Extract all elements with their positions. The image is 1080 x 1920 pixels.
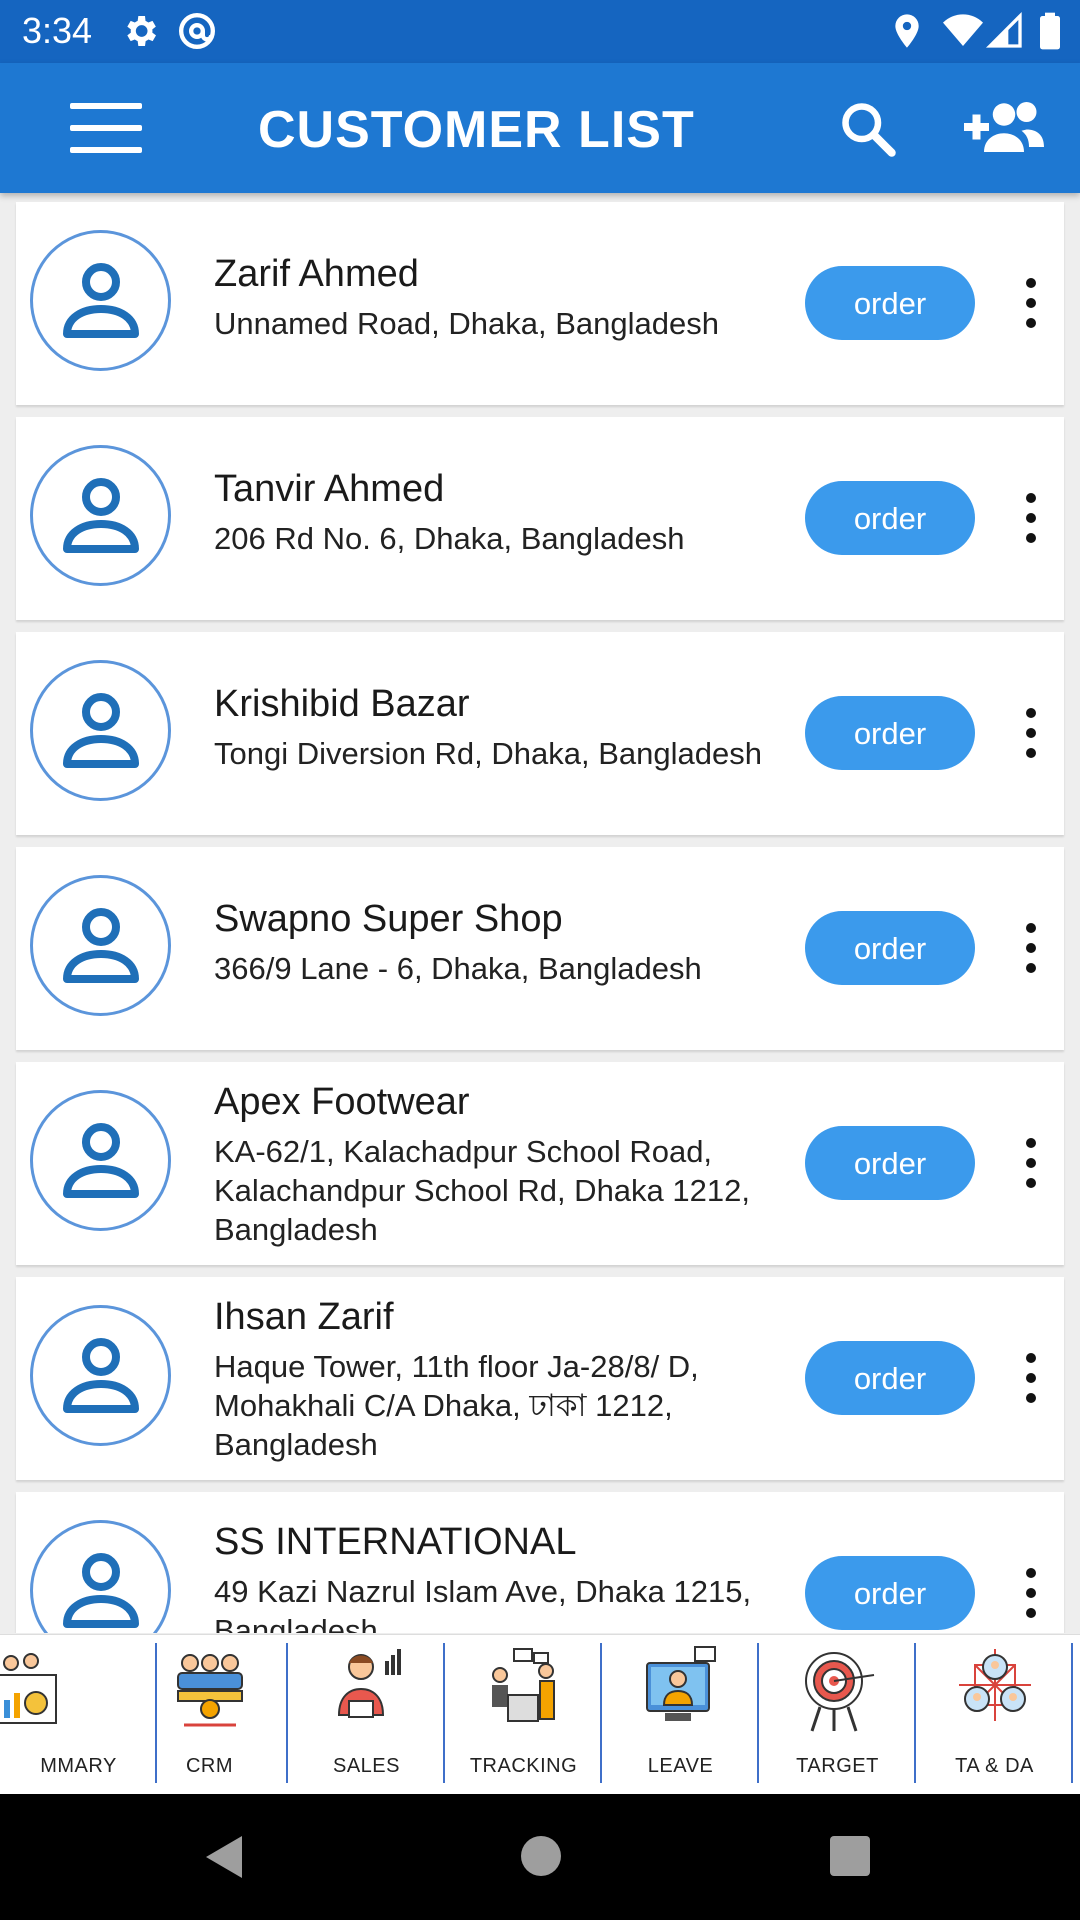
ta-da-network-icon — [959, 1649, 1031, 1721]
nav-item-sales[interactable]: SALES — [288, 1635, 445, 1795]
more-options-icon[interactable] — [1022, 1568, 1040, 1618]
user-icon — [63, 908, 139, 983]
nav-item-target[interactable]: TARGET — [759, 1635, 916, 1795]
sales-person-icon — [337, 1649, 401, 1718]
order-button[interactable]: order — [805, 1556, 975, 1630]
user-icon — [63, 693, 139, 768]
add-user-icon[interactable] — [958, 97, 1050, 157]
more-options-icon[interactable] — [1022, 278, 1040, 328]
wifi-icon — [943, 14, 983, 46]
at-sign-icon — [179, 13, 215, 49]
nav-item-crm[interactable]: CRM — [131, 1635, 288, 1795]
customer-name: Apex Footwear — [214, 1081, 470, 1123]
order-button[interactable]: order — [805, 266, 975, 340]
nav-item-ta-da[interactable]: TA & DA — [916, 1635, 1073, 1795]
avatar — [30, 660, 171, 801]
customer-card[interactable]: SS INTERNATIONAL 49 Kazi Nazrul Islam Av… — [16, 1492, 1064, 1633]
customer-address: KA-62/1, Kalachadpur School Road, Kalach… — [214, 1134, 750, 1247]
customer-card[interactable]: Ihsan Zarif Haque Tower, 11th floor Ja-2… — [16, 1277, 1064, 1480]
gear-icon — [127, 16, 156, 46]
more-options-icon[interactable] — [1022, 493, 1040, 543]
location-pin-icon — [895, 14, 919, 48]
customer-card[interactable]: Krishibid Bazar Tongi Diversion Rd, Dhak… — [16, 632, 1064, 835]
target-archery-icon — [805, 1652, 875, 1732]
avatar — [30, 445, 171, 586]
customer-name: Tanvir Ahmed — [214, 468, 445, 510]
battery-icon — [1040, 12, 1060, 50]
signal-icon — [985, 11, 1022, 48]
avatar — [30, 875, 171, 1016]
nav-label: TRACKING — [469, 1755, 578, 1777]
customer-address: 366/9 Lane - 6, Dhaka, Bangladesh — [214, 951, 702, 986]
nav-item-tracking[interactable]: TRACKING — [445, 1635, 602, 1795]
avatar — [30, 1090, 171, 1231]
more-options-icon[interactable] — [1022, 1138, 1040, 1188]
customer-name: SS INTERNATIONAL — [214, 1521, 577, 1563]
user-icon — [63, 263, 139, 338]
order-button[interactable]: order — [805, 696, 975, 770]
order-button[interactable]: order — [805, 1341, 975, 1415]
customer-card[interactable]: Apex Footwear KA-62/1, Kalachadpur Schoo… — [16, 1062, 1064, 1265]
system-navigation-bar — [0, 1794, 1080, 1920]
nav-label: CRM — [185, 1755, 234, 1777]
customer-list[interactable]: Zarif Ahmed Unnamed Road, Dhaka, Banglad… — [0, 193, 1080, 1633]
tracking-meeting-icon — [492, 1648, 555, 1722]
avatar — [30, 230, 171, 371]
order-button[interactable]: order — [805, 481, 975, 555]
customer-name: Ihsan Zarif — [214, 1296, 394, 1338]
nav-label: SALES — [333, 1755, 400, 1777]
search-icon[interactable] — [838, 99, 898, 159]
status-bar: 3:34 — [0, 0, 1080, 63]
customer-card[interactable]: Zarif Ahmed Unnamed Road, Dhaka, Banglad… — [16, 202, 1064, 405]
user-icon — [63, 1123, 139, 1198]
app-bar: CUSTOMER LIST — [0, 63, 1080, 193]
more-options-icon[interactable] — [1022, 923, 1040, 973]
avatar — [30, 1305, 171, 1446]
customer-address: Unnamed Road, Dhaka, Bangladesh — [214, 306, 719, 341]
status-time: 3:34 — [22, 10, 93, 51]
customer-name: Swapno Super Shop — [214, 898, 563, 940]
bottom-navigation: MMARY CRM SALES TRACKING LEAVE TARGET TA… — [0, 1634, 1080, 1795]
home-icon[interactable] — [521, 1836, 561, 1876]
hamburger-menu-icon[interactable] — [70, 103, 142, 153]
user-icon — [63, 478, 139, 553]
customer-card[interactable]: Tanvir Ahmed 206 Rd No. 6, Dhaka, Bangla… — [16, 417, 1064, 620]
crm-team-icon — [177, 1654, 243, 1727]
page-title: CUSTOMER LIST — [258, 101, 695, 159]
user-icon — [63, 1338, 139, 1413]
summary-icon — [0, 1653, 57, 1724]
nav-item-leave[interactable]: LEAVE — [602, 1635, 759, 1795]
customer-card[interactable]: Swapno Super Shop 366/9 Lane - 6, Dhaka,… — [16, 847, 1064, 1050]
avatar — [30, 1520, 171, 1633]
back-icon[interactable] — [204, 1834, 244, 1880]
order-button[interactable]: order — [805, 911, 975, 985]
leave-computer-icon — [646, 1646, 716, 1721]
customer-address: 206 Rd No. 6, Dhaka, Bangladesh — [214, 521, 685, 556]
user-icon — [63, 1553, 139, 1628]
more-options-icon[interactable] — [1022, 708, 1040, 758]
nav-label: LEAVE — [647, 1755, 714, 1777]
customer-name: Zarif Ahmed — [214, 253, 419, 295]
order-button[interactable]: order — [805, 1126, 975, 1200]
recent-apps-icon[interactable] — [830, 1836, 870, 1876]
customer-address: Tongi Diversion Rd, Dhaka, Bangladesh — [214, 736, 762, 771]
nav-label: TA & DA — [955, 1755, 1034, 1777]
more-options-icon[interactable] — [1022, 1353, 1040, 1403]
customer-address: 49 Kazi Nazrul Islam Ave, Dhaka 1215, Ba… — [214, 1574, 752, 1633]
nav-label: TARGET — [796, 1755, 879, 1777]
customer-name: Krishibid Bazar — [214, 683, 470, 725]
customer-address: Haque Tower, 11th floor Ja-28/8/ D, Moha… — [214, 1349, 699, 1462]
